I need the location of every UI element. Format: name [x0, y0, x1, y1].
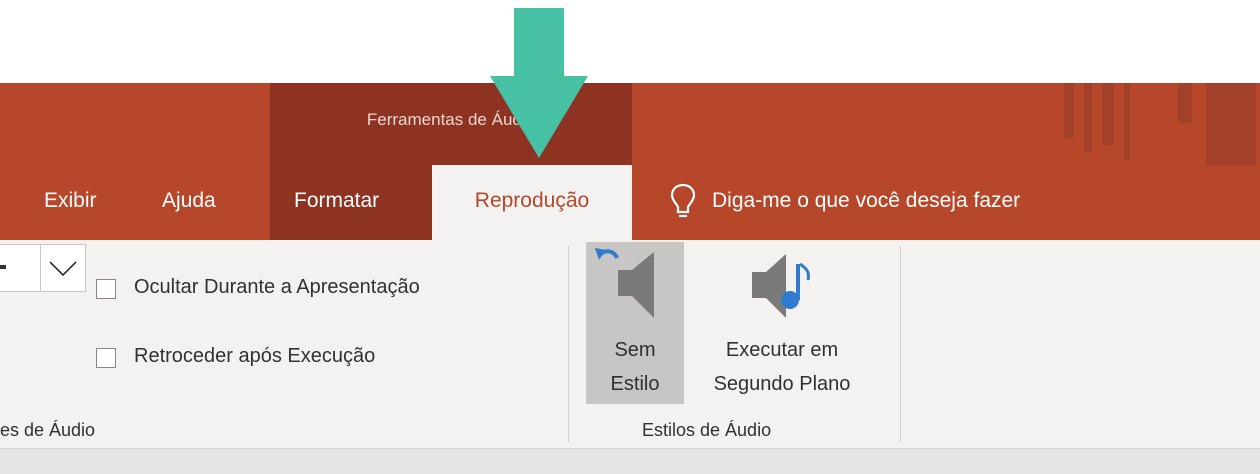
audio-options-group-label: es de Áudio: [0, 420, 96, 440]
tab-reproducao[interactable]: Reprodução: [432, 165, 632, 243]
tab-formatar[interactable]: Formatar: [294, 165, 379, 240]
tab-exibir[interactable]: Exibir: [44, 165, 97, 240]
play-in-background-icon: [752, 254, 810, 318]
play-in-background-button[interactable]: Executar em Segundo Plano: [686, 242, 878, 404]
window-top-area: [0, 0, 1260, 83]
group-separator: [568, 246, 569, 442]
hide-during-show-label: Ocultar Durante a Apresentação: [134, 276, 420, 298]
audio-styles-group-label: Estilos de Áudio: [642, 420, 772, 440]
title-bar-decoration: [1050, 83, 1260, 165]
no-style-button[interactable]: Sem Estilo: [586, 242, 684, 404]
volume-dropdown-button[interactable]: [40, 244, 86, 292]
hide-during-show-checkbox[interactable]: [96, 279, 116, 299]
tab-ajuda[interactable]: Ajuda: [162, 165, 216, 240]
no-style-line1: Sem: [614, 339, 656, 361]
ribbon-bottom-strip: [0, 448, 1260, 474]
no-style-audio-icon: [595, 248, 654, 318]
volume-dropdown-field[interactable]: [0, 244, 41, 292]
annotation-arrow-icon: [490, 8, 588, 158]
lightbulb-icon[interactable]: [670, 182, 696, 222]
rewind-after-playing-checkbox[interactable]: [96, 348, 116, 368]
group-separator: [900, 246, 901, 442]
tell-me-search[interactable]: Diga-me o que você deseja fazer: [712, 165, 1020, 240]
play-in-background-line2: Segundo Plano: [713, 373, 851, 395]
rewind-after-playing-label: Retroceder após Execução: [134, 345, 376, 367]
chevron-down-icon: [49, 261, 77, 277]
play-in-background-line1: Executar em: [725, 339, 839, 361]
dropdown-text-fragment: [0, 265, 6, 269]
no-style-line2: Estilo: [610, 373, 660, 395]
